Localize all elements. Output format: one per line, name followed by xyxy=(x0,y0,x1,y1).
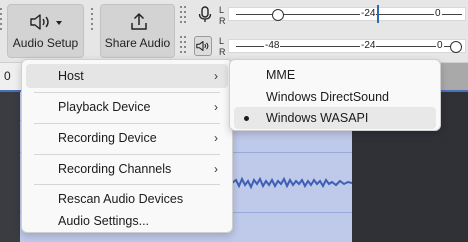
chevron-right-icon: › xyxy=(214,162,218,176)
host-option-windows-wasapi[interactable]: Windows WASAPI xyxy=(234,107,436,129)
record-tick: -24 xyxy=(360,8,377,19)
menu-separator xyxy=(34,154,220,155)
chevron-right-icon: › xyxy=(214,131,218,145)
record-volume-knob[interactable] xyxy=(272,9,284,21)
record-meter-right-label: R xyxy=(219,16,226,26)
record-meter[interactable]: -24 0 xyxy=(228,3,466,25)
host-option-mme[interactable]: MME xyxy=(234,64,436,86)
meter-grip-record[interactable] xyxy=(180,6,186,26)
playback-tick: -48 xyxy=(264,40,281,51)
audio-setup-menu: Host › Playback Device › Recording Devic… xyxy=(21,59,233,233)
host-submenu: MME Windows DirectSound Windows WASAPI xyxy=(229,59,441,131)
meter-grip-playback[interactable] xyxy=(180,36,186,56)
toolbar: Audio Setup Share Audio L R -24 0 L R -4… xyxy=(0,0,468,62)
audio-setup-label: Audio Setup xyxy=(12,36,79,50)
speaker-icon[interactable] xyxy=(194,36,212,56)
ruler-start-label: 0 xyxy=(4,69,11,83)
chevron-right-icon: › xyxy=(214,69,218,83)
playback-tick: -24 xyxy=(360,40,377,51)
menu-separator xyxy=(34,123,220,124)
menu-item-audio-settings[interactable]: Audio Settings... xyxy=(26,209,228,233)
microphone-icon[interactable] xyxy=(196,5,214,25)
playback-tick: 0 xyxy=(436,40,444,51)
menu-separator xyxy=(34,184,220,185)
playback-volume-knob[interactable] xyxy=(450,41,462,53)
audio-setup-button[interactable]: Audio Setup xyxy=(7,4,84,58)
record-level-marker xyxy=(377,5,379,23)
playback-meter[interactable]: -48 -24 0 xyxy=(228,35,466,57)
speaker-dropdown-icon xyxy=(30,14,62,30)
host-option-windows-directsound[interactable]: Windows DirectSound xyxy=(234,86,436,108)
menu-item-playback-device[interactable]: Playback Device › xyxy=(26,95,228,119)
share-upload-icon xyxy=(131,13,147,30)
menu-item-recording-channels[interactable]: Recording Channels › xyxy=(26,157,228,181)
share-audio-button[interactable]: Share Audio xyxy=(100,4,175,58)
menu-item-rescan-audio-devices[interactable]: Rescan Audio Devices xyxy=(26,187,228,211)
share-audio-label: Share Audio xyxy=(104,36,171,50)
toolbar-grip[interactable] xyxy=(0,8,6,52)
selected-bullet-icon xyxy=(244,116,249,121)
toolbar-grip-2[interactable] xyxy=(91,8,97,52)
menu-separator xyxy=(34,92,220,93)
menu-item-recording-device[interactable]: Recording Device › xyxy=(26,126,228,150)
record-tick: 0 xyxy=(434,8,442,19)
chevron-right-icon: › xyxy=(214,100,218,114)
record-meter-left-label: L xyxy=(219,5,225,15)
playback-meter-right-label: R xyxy=(219,47,226,57)
track-control-strip[interactable] xyxy=(0,92,20,242)
menu-item-host[interactable]: Host › xyxy=(26,64,228,88)
playback-meter-left-label: L xyxy=(219,36,225,46)
